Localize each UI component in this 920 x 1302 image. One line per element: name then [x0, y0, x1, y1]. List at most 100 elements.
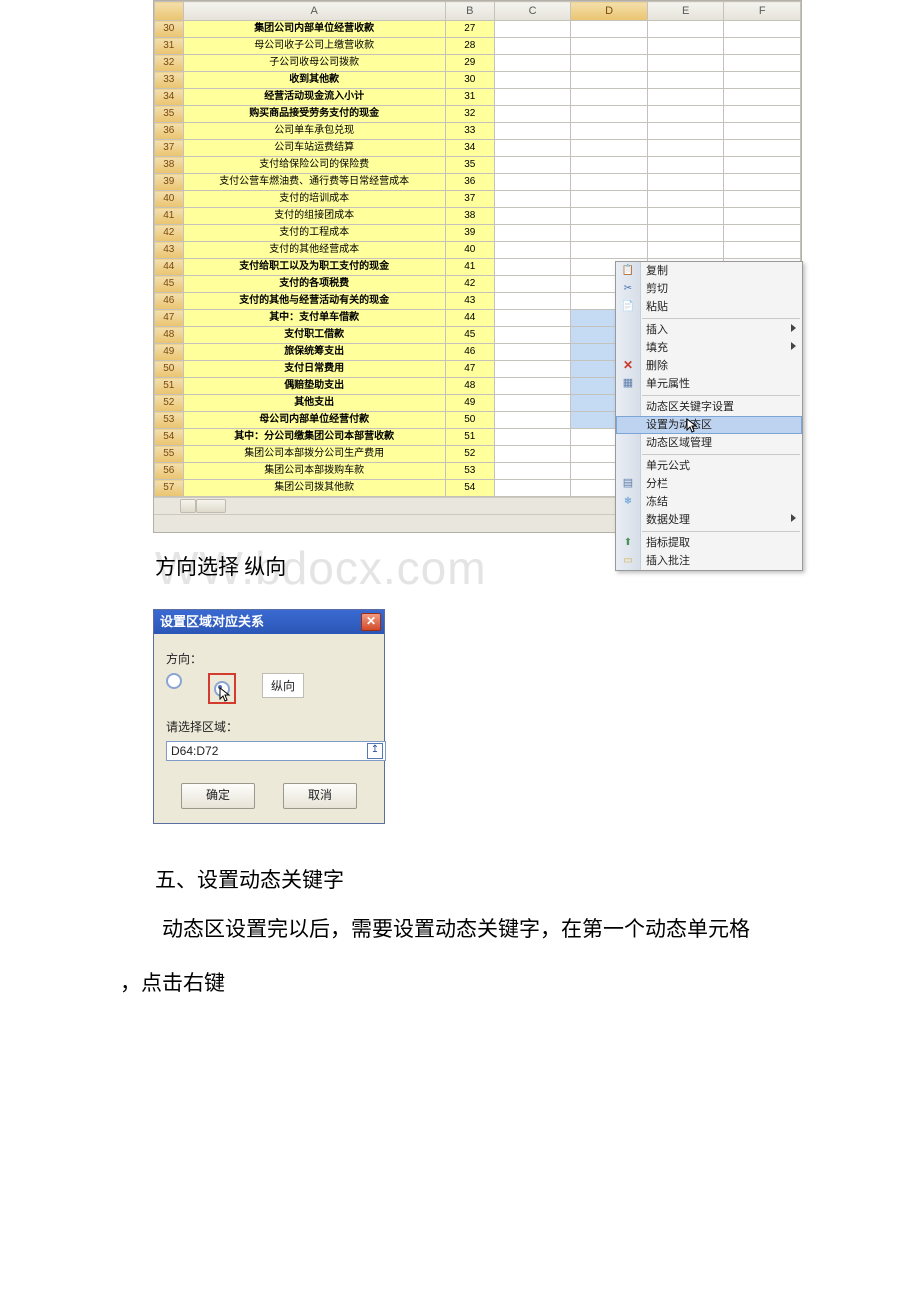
- cell-C[interactable]: [494, 140, 571, 157]
- row-header[interactable]: 54: [155, 429, 184, 446]
- row-header[interactable]: 32: [155, 55, 184, 72]
- cell-F[interactable]: [724, 174, 801, 191]
- cell-F[interactable]: [724, 21, 801, 38]
- menu-split[interactable]: 分栏: [616, 475, 802, 493]
- cell-C[interactable]: [494, 191, 571, 208]
- cell-B[interactable]: 31: [445, 89, 494, 106]
- cell-F[interactable]: [724, 89, 801, 106]
- col-header-C[interactable]: C: [494, 2, 571, 21]
- ok-button[interactable]: 确定: [181, 783, 255, 809]
- cell-B[interactable]: 42: [445, 276, 494, 293]
- cell-F[interactable]: [724, 106, 801, 123]
- cell-B[interactable]: 29: [445, 55, 494, 72]
- cell-A[interactable]: 母公司内部单位经营付款: [183, 412, 445, 429]
- cell-B[interactable]: 54: [445, 480, 494, 497]
- cell-C[interactable]: [494, 276, 571, 293]
- cell-F[interactable]: [724, 157, 801, 174]
- cell-A[interactable]: 支付日常费用: [183, 361, 445, 378]
- scroll-thumb[interactable]: [196, 499, 226, 513]
- cell-A[interactable]: 偶赔垫助支出: [183, 378, 445, 395]
- cell-C[interactable]: [494, 174, 571, 191]
- cell-D[interactable]: [571, 242, 648, 259]
- cell-B[interactable]: 43: [445, 293, 494, 310]
- cell-C[interactable]: [494, 446, 571, 463]
- cell-C[interactable]: [494, 327, 571, 344]
- menu-paste[interactable]: 粘贴: [616, 298, 802, 316]
- row-header[interactable]: 48: [155, 327, 184, 344]
- cell-A[interactable]: 公司车站运费结算: [183, 140, 445, 157]
- cell-C[interactable]: [494, 72, 571, 89]
- cell-B[interactable]: 53: [445, 463, 494, 480]
- cell-E[interactable]: [647, 38, 724, 55]
- row-header[interactable]: 53: [155, 412, 184, 429]
- cell-B[interactable]: 33: [445, 123, 494, 140]
- row-header[interactable]: 55: [155, 446, 184, 463]
- cell-B[interactable]: 35: [445, 157, 494, 174]
- cell-B[interactable]: 41: [445, 259, 494, 276]
- cell-E[interactable]: [647, 72, 724, 89]
- row-header[interactable]: 51: [155, 378, 184, 395]
- row-header[interactable]: 35: [155, 106, 184, 123]
- cell-C[interactable]: [494, 344, 571, 361]
- cell-E[interactable]: [647, 21, 724, 38]
- cell-B[interactable]: 39: [445, 225, 494, 242]
- cell-A[interactable]: 其中：分公司缴集团公司本部营收款: [183, 429, 445, 446]
- close-button[interactable]: ✕: [361, 613, 381, 631]
- cell-E[interactable]: [647, 157, 724, 174]
- cell-C[interactable]: [494, 157, 571, 174]
- cell-B[interactable]: 50: [445, 412, 494, 429]
- row-header[interactable]: 30: [155, 21, 184, 38]
- cell-C[interactable]: [494, 412, 571, 429]
- cell-C[interactable]: [494, 361, 571, 378]
- cell-A[interactable]: 子公司收母公司拨款: [183, 55, 445, 72]
- cell-C[interactable]: [494, 225, 571, 242]
- cell-A[interactable]: 支付给职工以及为职工支付的现金: [183, 259, 445, 276]
- cancel-button[interactable]: 取消: [283, 783, 357, 809]
- cell-A[interactable]: 收到其他款: [183, 72, 445, 89]
- cell-D[interactable]: [571, 55, 648, 72]
- cell-C[interactable]: [494, 242, 571, 259]
- cell-A[interactable]: 支付的其他与经营活动有关的现金: [183, 293, 445, 310]
- cell-A[interactable]: 集团公司本部拨购车款: [183, 463, 445, 480]
- cell-F[interactable]: [724, 242, 801, 259]
- row-header[interactable]: 50: [155, 361, 184, 378]
- cell-C[interactable]: [494, 55, 571, 72]
- cell-D[interactable]: [571, 106, 648, 123]
- cell-E[interactable]: [647, 55, 724, 72]
- cell-D[interactable]: [571, 174, 648, 191]
- cell-F[interactable]: [724, 38, 801, 55]
- menu-data-process[interactable]: 数据处理: [616, 511, 802, 529]
- row-header[interactable]: 37: [155, 140, 184, 157]
- cell-A[interactable]: 支付的各项税费: [183, 276, 445, 293]
- menu-cut[interactable]: 剪切: [616, 280, 802, 298]
- cell-E[interactable]: [647, 242, 724, 259]
- row-header[interactable]: 42: [155, 225, 184, 242]
- row-header[interactable]: 46: [155, 293, 184, 310]
- menu-set-dyn-area[interactable]: 设置为动态区: [616, 416, 802, 434]
- cell-A[interactable]: 支付公营车燃油费、通行费等日常经营成本: [183, 174, 445, 191]
- cell-D[interactable]: [571, 140, 648, 157]
- cell-C[interactable]: [494, 259, 571, 276]
- menu-cell-props[interactable]: 单元属性: [616, 375, 802, 393]
- cell-B[interactable]: 44: [445, 310, 494, 327]
- col-header-B[interactable]: B: [445, 2, 494, 21]
- cell-A[interactable]: 支付的工程成本: [183, 225, 445, 242]
- cell-A[interactable]: 购买商品接受劳务支付的现金: [183, 106, 445, 123]
- cell-B[interactable]: 45: [445, 327, 494, 344]
- range-picker-icon[interactable]: ↥: [367, 743, 383, 759]
- cell-B[interactable]: 46: [445, 344, 494, 361]
- cell-A[interactable]: 集团公司拨其他款: [183, 480, 445, 497]
- cell-E[interactable]: [647, 174, 724, 191]
- cell-A[interactable]: 经营活动现金流入小计: [183, 89, 445, 106]
- cell-D[interactable]: [571, 89, 648, 106]
- cell-B[interactable]: 40: [445, 242, 494, 259]
- cell-C[interactable]: [494, 21, 571, 38]
- cell-C[interactable]: [494, 463, 571, 480]
- row-header[interactable]: 49: [155, 344, 184, 361]
- cell-A[interactable]: 其中：支付单车借款: [183, 310, 445, 327]
- menu-copy[interactable]: 复制: [616, 262, 802, 280]
- cell-C[interactable]: [494, 89, 571, 106]
- cell-A[interactable]: 支付职工借款: [183, 327, 445, 344]
- region-input[interactable]: D64:D72 ↥: [166, 741, 386, 761]
- cell-C[interactable]: [494, 208, 571, 225]
